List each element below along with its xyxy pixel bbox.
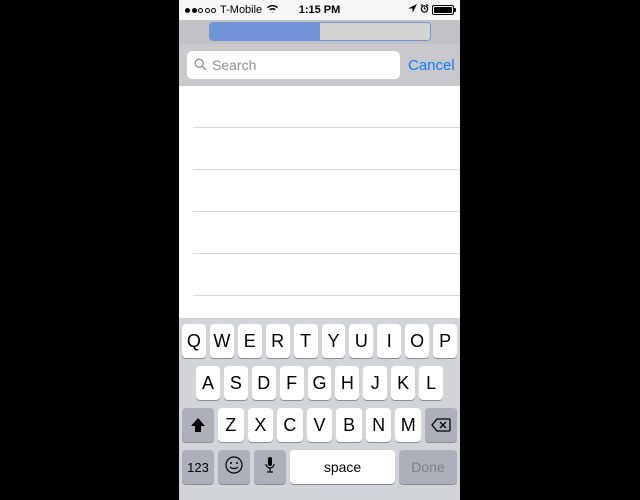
search-input[interactable]: [212, 57, 393, 73]
key-o[interactable]: O: [405, 324, 429, 358]
key-q[interactable]: Q: [182, 324, 206, 358]
key-d[interactable]: D: [252, 366, 276, 400]
list-row: [179, 212, 460, 253]
key-n[interactable]: N: [366, 408, 392, 442]
key-c[interactable]: C: [277, 408, 303, 442]
list-row: [179, 254, 460, 295]
phone-screen: T-Mobile 1:15 PM: [179, 0, 460, 500]
results-list: [179, 86, 460, 318]
key-i[interactable]: I: [377, 324, 401, 358]
signal-dots: [185, 8, 216, 13]
search-field[interactable]: [187, 51, 400, 79]
key-f[interactable]: F: [280, 366, 304, 400]
key-e[interactable]: E: [238, 324, 262, 358]
wifi-icon: [266, 4, 279, 16]
key-t[interactable]: T: [294, 324, 318, 358]
keyboard: Q W E R T Y U I O P A S D F G H J K L: [179, 318, 460, 500]
key-dictation[interactable]: [254, 450, 286, 484]
list-row: [179, 128, 460, 169]
key-y[interactable]: Y: [322, 324, 346, 358]
key-u[interactable]: U: [349, 324, 373, 358]
key-g[interactable]: G: [308, 366, 332, 400]
clock-label: 1:15 PM: [299, 4, 341, 16]
key-k[interactable]: K: [391, 366, 415, 400]
emoji-icon: [224, 455, 244, 480]
search-icon: [194, 58, 207, 73]
key-p[interactable]: P: [433, 324, 457, 358]
list-row: [179, 86, 460, 127]
status-left: T-Mobile: [185, 4, 279, 16]
key-numbers[interactable]: 123: [182, 450, 214, 484]
keyboard-row-1: Q W E R T Y U I O P: [182, 324, 457, 358]
key-s[interactable]: S: [224, 366, 248, 400]
key-b[interactable]: B: [336, 408, 362, 442]
location-icon: [408, 4, 417, 16]
key-v[interactable]: V: [307, 408, 333, 442]
key-m[interactable]: M: [395, 408, 421, 442]
battery-icon: [432, 5, 454, 15]
keyboard-row-4: 123 space Done: [182, 450, 457, 484]
cancel-button[interactable]: Cancel: [408, 57, 455, 74]
key-z[interactable]: Z: [218, 408, 244, 442]
key-shift[interactable]: [182, 408, 214, 442]
key-w[interactable]: W: [210, 324, 234, 358]
backspace-icon: [431, 418, 451, 432]
list-row: [179, 170, 460, 211]
search-bar: Cancel: [179, 44, 460, 86]
key-l[interactable]: L: [419, 366, 443, 400]
key-r[interactable]: R: [266, 324, 290, 358]
shift-icon: [189, 417, 207, 433]
key-space[interactable]: space: [290, 450, 395, 484]
carrier-label: T-Mobile: [220, 4, 262, 16]
keyboard-row-2: A S D F G H J K L: [182, 366, 457, 400]
nav-header-dimmed: [179, 20, 460, 44]
keyboard-row-3: Z X C V B N M: [182, 408, 457, 442]
key-emoji[interactable]: [218, 450, 250, 484]
microphone-icon: [264, 456, 276, 479]
alarm-icon: [420, 4, 429, 16]
key-x[interactable]: X: [248, 408, 274, 442]
key-backspace[interactable]: [425, 408, 457, 442]
key-a[interactable]: A: [196, 366, 220, 400]
dim-overlay: [179, 20, 460, 44]
status-bar: T-Mobile 1:15 PM: [179, 0, 460, 20]
key-j[interactable]: J: [363, 366, 387, 400]
status-right: [408, 4, 454, 16]
key-h[interactable]: H: [335, 366, 359, 400]
key-done[interactable]: Done: [399, 450, 457, 484]
